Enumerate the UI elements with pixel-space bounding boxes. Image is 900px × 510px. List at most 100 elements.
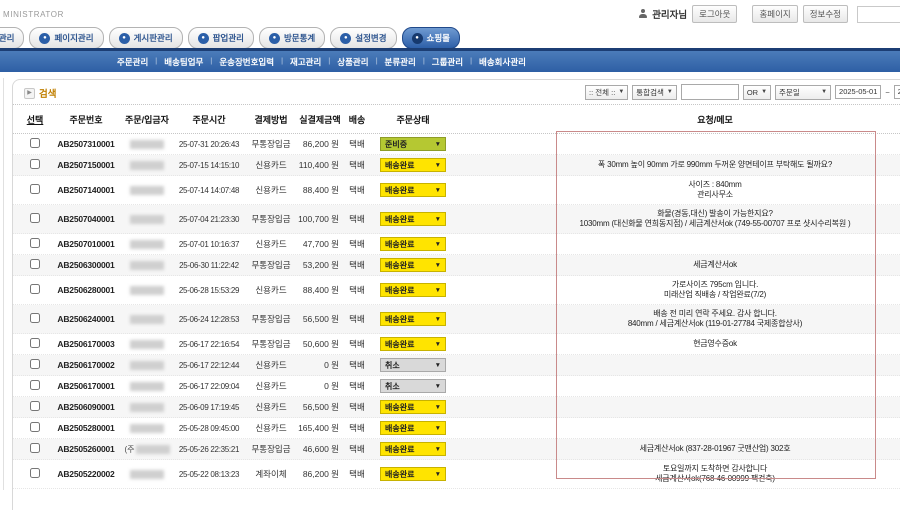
subnav-운송장번호입력[interactable]: 운송장번호입력 [212, 56, 281, 68]
order-status-value: 배송완료 [385, 260, 414, 271]
tab-label: 게시판관리 [134, 32, 173, 44]
date-from-input[interactable]: 2025-05-01 [835, 85, 881, 99]
row-select-checkbox[interactable] [30, 401, 40, 411]
shipping-method: 택배 [343, 443, 371, 455]
row-select-checkbox[interactable] [30, 443, 40, 453]
order-status-select[interactable]: 배송완료▼ [380, 158, 446, 172]
order-number[interactable]: AB2506090001 [51, 402, 121, 412]
order-status-value: 취소 [385, 381, 400, 392]
subnav-그룹관리[interactable]: 그룹관리 [425, 56, 470, 68]
dropdown-arrow-icon: ▼ [435, 404, 441, 411]
row-select-checkbox[interactable] [30, 159, 40, 169]
operator-select[interactable]: OR▼ [743, 85, 771, 100]
subnav-배송팀업무[interactable]: 배송팀업무 [157, 56, 210, 68]
row-select-checkbox[interactable] [30, 313, 40, 323]
row-select-checkbox[interactable] [30, 468, 40, 478]
edit-info-button[interactable]: 정보수정 [803, 5, 848, 23]
scope-select[interactable]: :: 전체 ::▼ [585, 85, 628, 100]
tab-원관리[interactable]: ●원관리 [0, 27, 24, 49]
search-type-select[interactable]: 통합검색▼ [632, 85, 677, 100]
order-number[interactable]: AB2506170003 [51, 339, 121, 349]
order-status-select[interactable]: 배송완료▼ [380, 337, 446, 351]
order-status-select[interactable]: 배송완료▼ [380, 467, 446, 481]
dropdown-arrow-icon: ▼ [435, 287, 441, 294]
order-row: AB250701000125-07-01 10:16:37신용카드47,700 … [13, 234, 900, 255]
row-select-checkbox[interactable] [30, 138, 40, 148]
chevron-down-icon: ▼ [667, 89, 673, 95]
shipping-method: 택배 [343, 159, 371, 171]
shipping-method: 택배 [343, 184, 371, 196]
tab-팝업관리[interactable]: ●팝업관리 [188, 27, 254, 49]
tab-쇼핑몰[interactable]: ●쇼핑몰 [402, 27, 460, 49]
order-number[interactable]: AB2507310001 [51, 139, 121, 149]
row-select-checkbox[interactable] [30, 284, 40, 294]
col-select[interactable]: 선택 [19, 113, 51, 126]
order-status-select[interactable]: 배송완료▼ [380, 212, 446, 226]
logout-button[interactable]: 로그아웃 [692, 5, 737, 23]
search-filters: :: 전체 ::▼ 통합검색▼ OR▼ 주문일▼ 2025-05-01 ~ 20… [585, 84, 900, 100]
tab-방문통계[interactable]: ●방문통계 [259, 27, 325, 49]
order-number[interactable]: AB2505280001 [51, 423, 121, 433]
memo-line: 세금계산서ok (837-28-01967 굿맨산업) 302호 [530, 444, 900, 455]
order-status-select[interactable]: 취소▼ [380, 379, 446, 393]
tab-label: 팝업관리 [213, 32, 244, 44]
order-number[interactable]: AB2507010001 [51, 239, 121, 249]
shipping-method: 택배 [343, 313, 371, 325]
payment-amount: 0 원 [297, 359, 343, 371]
order-number[interactable]: AB2506280001 [51, 285, 121, 295]
order-number[interactable]: AB2505220002 [51, 469, 121, 479]
topbar-quick-input[interactable] [857, 6, 900, 23]
tab-게시판관리[interactable]: ●게시판관리 [109, 27, 183, 49]
order-number[interactable]: AB2507040001 [51, 214, 121, 224]
row-select-checkbox[interactable] [30, 380, 40, 390]
stats-icon: ● [269, 33, 280, 44]
subnav-상품관리[interactable]: 상품관리 [330, 56, 375, 68]
orderer-name-masked [121, 161, 173, 170]
subnav-배송회사관리[interactable]: 배송회사관리 [472, 56, 533, 68]
subnav-재고관리[interactable]: 재고관리 [283, 56, 328, 68]
shipping-method: 택배 [343, 138, 371, 150]
order-number[interactable]: AB2506240001 [51, 314, 121, 324]
order-row: AB250630000125-06-30 11:22:42무통장입금53,200… [13, 255, 900, 276]
search-toggle-icon[interactable]: ▶ [24, 88, 35, 99]
row-select-checkbox[interactable] [30, 238, 40, 248]
order-number[interactable]: AB2507150001 [51, 160, 121, 170]
row-select-checkbox[interactable] [30, 422, 40, 432]
order-table-body: AB250731000125-07-31 20:26:43무통장입금86,200… [13, 134, 900, 489]
subnav-주문관리[interactable]: 주문관리 [110, 56, 155, 68]
homepage-button[interactable]: 홈페이지 [752, 5, 797, 23]
order-status-select[interactable]: 배송완료▼ [380, 442, 446, 456]
order-number[interactable]: AB2506170002 [51, 360, 121, 370]
order-status-select[interactable]: 배송완료▼ [380, 312, 446, 326]
row-select-checkbox[interactable] [30, 259, 40, 269]
row-select-checkbox[interactable] [30, 213, 40, 223]
order-status-select[interactable]: 배송완료 ▼ [380, 400, 446, 414]
date-to-input[interactable]: 2025-08- [894, 85, 900, 99]
order-status-value: 배송완료 [385, 402, 414, 413]
order-status-select[interactable]: 배송완료▼ [380, 283, 446, 297]
order-number[interactable]: AB2505260001 [51, 444, 121, 454]
order-status-value: 배송완료 [385, 160, 414, 171]
tab-페이지관리[interactable]: ●페이지관리 [29, 27, 103, 49]
date-type-select[interactable]: 주문일▼ [775, 85, 831, 100]
order-status-select[interactable]: 준비중▼ [380, 137, 446, 151]
payment-amount: 100,700 원 [297, 213, 343, 225]
order-status-select[interactable]: 취소▼ [380, 358, 446, 372]
order-number[interactable]: AB2507140001 [51, 185, 121, 195]
row-select-checkbox[interactable] [30, 338, 40, 348]
row-select-checkbox[interactable] [30, 184, 40, 194]
dropdown-arrow-icon: ▼ [435, 187, 441, 194]
order-status-select[interactable]: 배송완료▼ [380, 183, 446, 197]
keyword-input[interactable] [681, 84, 739, 100]
order-status-select[interactable]: 배송완료▼ [380, 421, 446, 435]
tab-설정변경[interactable]: ●설정변경 [330, 27, 396, 49]
row-select-checkbox[interactable] [30, 359, 40, 369]
subnav-분류관리[interactable]: 분류관리 [378, 56, 423, 68]
blurred-name [130, 340, 164, 349]
orderer-name-masked [121, 186, 173, 195]
order-status-select[interactable]: 배송완료▼ [380, 237, 446, 251]
order-number[interactable]: AB2506170001 [51, 381, 121, 391]
shipping-method: 택배 [343, 468, 371, 480]
order-status-select[interactable]: 배송완료▼ [380, 258, 446, 272]
order-number[interactable]: AB2506300001 [51, 260, 121, 270]
